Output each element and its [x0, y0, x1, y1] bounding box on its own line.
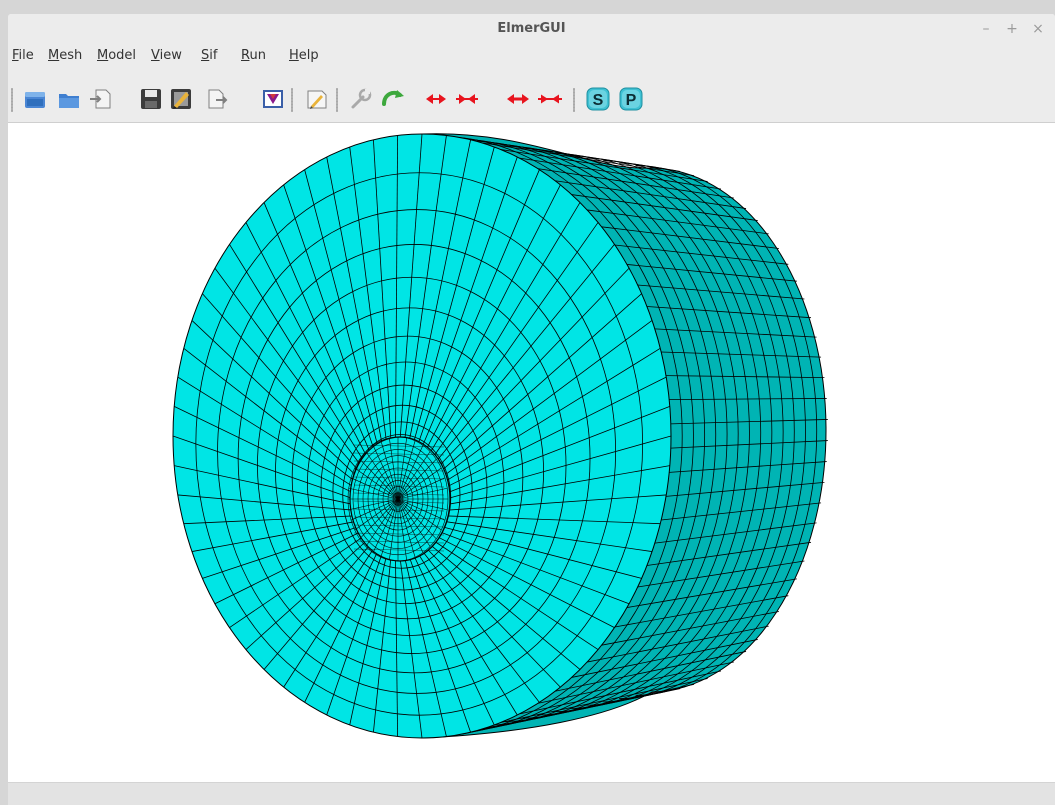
- open-icon[interactable]: [22, 86, 48, 112]
- mesh-viewport[interactable]: [8, 122, 1055, 783]
- elmergui-window: ElmerGUI – + × File Mesh Model View Sif …: [8, 14, 1055, 805]
- menu-run[interactable]: Run: [241, 48, 266, 63]
- export-icon[interactable]: [204, 86, 230, 112]
- toolbar-separator: [291, 88, 293, 112]
- maximize-button[interactable]: +: [1002, 14, 1022, 44]
- postprocessor-icon[interactable]: P: [618, 86, 644, 112]
- menu-view[interactable]: View: [151, 48, 182, 63]
- save-icon[interactable]: [138, 86, 164, 112]
- mesh-canvas[interactable]: [8, 123, 1055, 783]
- wrench-icon[interactable]: [348, 86, 374, 112]
- toolbar-separator: [573, 88, 575, 112]
- status-bar: [8, 782, 1055, 805]
- window-title: ElmerGUI: [497, 21, 566, 36]
- minimize-button[interactable]: –: [976, 14, 996, 44]
- toolbar: S P: [8, 74, 1055, 122]
- rotate-icon[interactable]: [380, 86, 406, 112]
- menu-bar: File Mesh Model View Sif Run Help: [8, 44, 1055, 72]
- edit-save-icon[interactable]: [168, 86, 194, 112]
- menu-sif[interactable]: Sif: [201, 48, 217, 63]
- title-bar[interactable]: ElmerGUI – + ×: [8, 14, 1055, 44]
- menu-mesh[interactable]: Mesh: [48, 48, 82, 63]
- toolbar-separator: [336, 88, 338, 112]
- solver-badge-text: S: [593, 92, 604, 109]
- menu-file[interactable]: File: [12, 48, 34, 63]
- expand-horizontal-icon[interactable]: [505, 86, 531, 112]
- postprocessor-badge-text: P: [626, 92, 637, 109]
- menu-model[interactable]: Model: [97, 48, 136, 63]
- close-button[interactable]: ×: [1028, 14, 1048, 44]
- toolbar-separator: [11, 88, 13, 112]
- solver-icon[interactable]: S: [585, 86, 611, 112]
- move-left-right-icon[interactable]: [423, 86, 449, 112]
- import-icon[interactable]: [88, 86, 114, 112]
- edit-sif-icon[interactable]: [304, 86, 330, 112]
- move-in-icon[interactable]: [454, 86, 480, 112]
- menu-help[interactable]: Help: [289, 48, 319, 63]
- contract-horizontal-icon[interactable]: [537, 86, 563, 112]
- load-icon[interactable]: [56, 86, 82, 112]
- mesh-view-icon[interactable]: [260, 86, 286, 112]
